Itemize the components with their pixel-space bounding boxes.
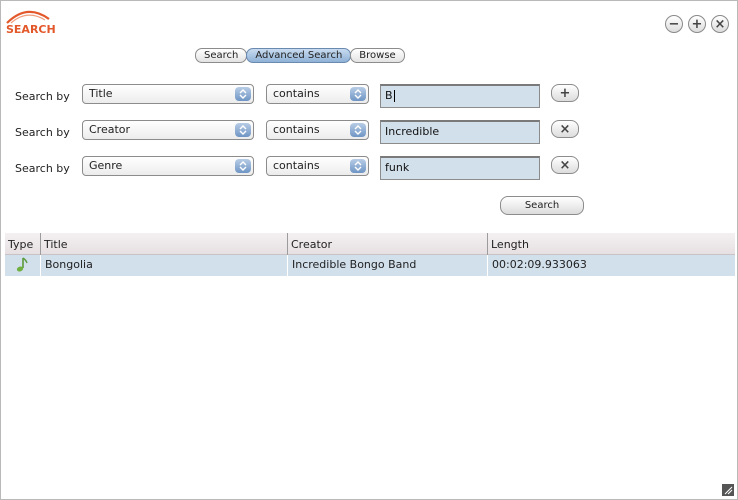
add-criterion-button[interactable]: +	[551, 84, 579, 102]
title-cell: Bongolia	[41, 255, 288, 276]
operator-select-value: contains	[273, 159, 320, 172]
column-header-title[interactable]: Title	[41, 233, 288, 255]
creator-cell: Incredible Bongo Band	[288, 255, 488, 276]
table-row[interactable]: Bongolia Incredible Bongo Band 00:02:09.…	[5, 255, 735, 276]
value-input-text: funk	[385, 161, 410, 174]
remove-criterion-button[interactable]: ×	[551, 156, 579, 174]
field-select[interactable]: Title	[82, 84, 254, 104]
operator-select-value: contains	[273, 123, 320, 136]
tab-advanced-search[interactable]: Advanced Search	[246, 48, 352, 63]
operator-select[interactable]: contains	[266, 84, 369, 104]
column-header-length[interactable]: Length	[488, 233, 735, 255]
maximize-button[interactable]: +	[688, 15, 706, 33]
logo-text: SEARCH	[6, 23, 56, 36]
length-cell: 00:02:09.933063	[492, 258, 587, 271]
type-cell	[5, 255, 41, 276]
value-input-text: Incredible	[385, 125, 440, 138]
field-select[interactable]: Creator	[82, 120, 254, 140]
operator-select-value: contains	[273, 87, 320, 100]
search-mode-tabs: Search Advanced Search Browse	[195, 48, 405, 63]
column-header-creator[interactable]: Creator	[288, 233, 488, 255]
select-arrows-icon	[350, 123, 366, 137]
plus-icon: +	[559, 85, 571, 101]
search-button[interactable]: Search	[500, 196, 584, 215]
remove-icon: ×	[559, 121, 571, 137]
search-window: SEARCH − + × Search Advanced Search Brow…	[0, 0, 738, 500]
value-input-text: B	[385, 89, 393, 102]
remove-criterion-button[interactable]: ×	[551, 120, 579, 138]
remove-icon: ×	[559, 157, 571, 173]
select-arrows-icon	[350, 87, 366, 101]
select-arrows-icon	[235, 159, 251, 173]
table-header: Type Title Creator Length	[5, 233, 735, 255]
field-select-value: Genre	[89, 159, 123, 172]
window-controls: − + ×	[665, 15, 729, 33]
resize-grip-icon[interactable]	[722, 484, 734, 496]
criterion-row-1: Search by Title contains B +	[15, 84, 595, 108]
search-by-label: Search by	[15, 90, 70, 103]
field-select-value: Title	[89, 87, 113, 100]
select-arrows-icon	[235, 87, 251, 101]
column-header-type[interactable]: Type	[5, 233, 41, 255]
operator-select[interactable]: contains	[266, 156, 369, 176]
criterion-row-2: Search by Creator contains Incredible ×	[15, 120, 595, 144]
operator-select[interactable]: contains	[266, 120, 369, 140]
tab-search[interactable]: Search	[195, 48, 248, 63]
select-arrows-icon	[235, 123, 251, 137]
select-arrows-icon	[350, 159, 366, 173]
close-button[interactable]: ×	[711, 15, 729, 33]
value-input[interactable]: Incredible	[380, 120, 540, 144]
results-table: Type Title Creator Length Bongolia Incre…	[5, 233, 735, 489]
tab-browse[interactable]: Browse	[350, 48, 405, 63]
text-cursor	[393, 90, 395, 102]
search-by-label: Search by	[15, 126, 70, 139]
value-input[interactable]: funk	[380, 156, 540, 180]
field-select-value: Creator	[89, 123, 131, 136]
minimize-icon: −	[668, 16, 680, 32]
criterion-row-3: Search by Genre contains funk ×	[15, 156, 595, 180]
music-note-icon	[16, 257, 28, 272]
app-logo: SEARCH	[5, 7, 56, 39]
field-select[interactable]: Genre	[82, 156, 254, 176]
close-icon: ×	[714, 16, 726, 32]
minimize-button[interactable]: −	[665, 15, 683, 33]
value-input[interactable]: B	[380, 84, 540, 108]
maximize-icon: +	[691, 16, 703, 32]
search-by-label: Search by	[15, 162, 70, 175]
